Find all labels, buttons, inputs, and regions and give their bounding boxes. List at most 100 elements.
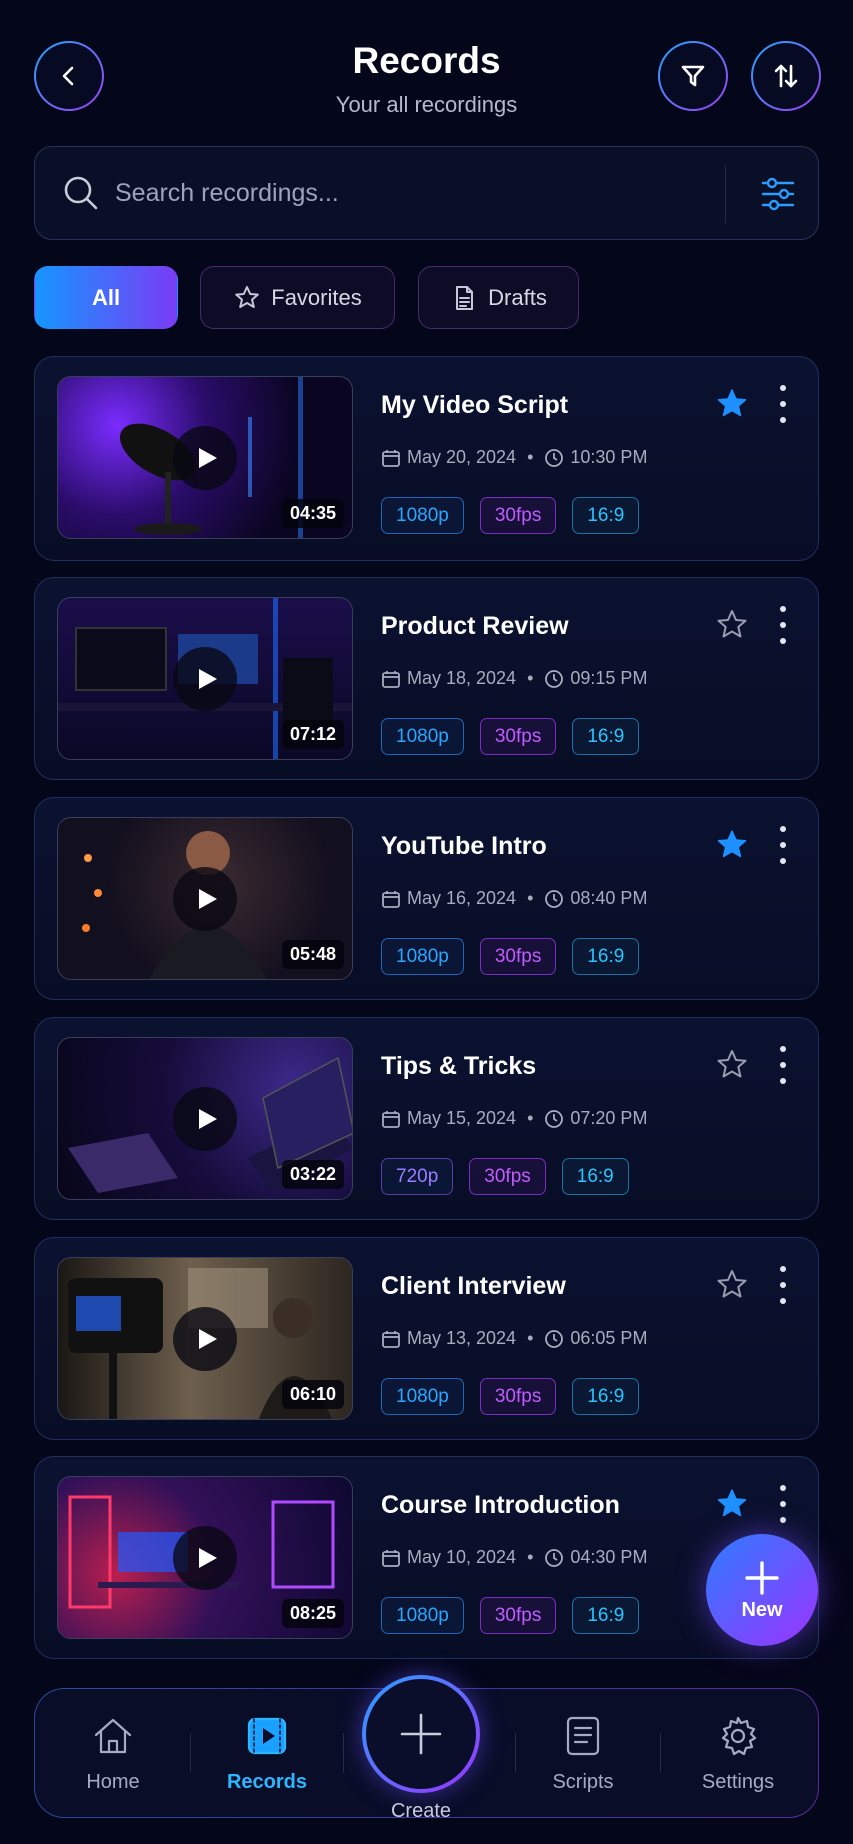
- recording-thumbnail[interactable]: 05:48: [57, 817, 353, 980]
- more-options-icon[interactable]: [775, 1266, 791, 1304]
- recording-card[interactable]: 06:10 Client Interview May 13, 2024 • 06…: [34, 1237, 819, 1440]
- filter-button[interactable]: [658, 41, 728, 111]
- recording-time: 09:15 PM: [570, 668, 648, 688]
- recording-card[interactable]: 07:12 Product Review May 18, 2024 • 09:1…: [34, 577, 819, 780]
- nav-item-scripts[interactable]: Scripts: [513, 1713, 653, 1794]
- recording-date: May 18, 2024: [407, 668, 517, 688]
- nav-separator: [190, 1733, 191, 1773]
- recording-title: My Video Script: [381, 391, 569, 419]
- play-button[interactable]: [173, 1306, 237, 1371]
- play-icon: [199, 1328, 217, 1349]
- recording-meta: May 13, 2024 • 06:05 PM: [381, 1328, 647, 1349]
- duration-badge: 04:35: [281, 499, 344, 528]
- favorite-star-icon[interactable]: [715, 1268, 749, 1302]
- tab-all-label: All: [91, 284, 121, 310]
- create-button[interactable]: [362, 1675, 480, 1793]
- recording-date: May 10, 2024: [407, 1547, 517, 1567]
- recording-time: 08:40 PM: [570, 888, 648, 908]
- clock-icon: [545, 1329, 564, 1348]
- meta-separator: •: [527, 1108, 534, 1128]
- sort-icon: [774, 64, 798, 88]
- calendar-icon: [382, 1110, 400, 1128]
- recording-tags: 720p 30fps 16:9: [381, 1158, 629, 1195]
- favorite-star-icon[interactable]: [715, 828, 749, 862]
- recording-card[interactable]: 05:48 YouTube Intro May 16, 2024 • 08:40…: [34, 797, 819, 1000]
- fps-tag: 30fps: [479, 938, 557, 975]
- play-icon: [199, 447, 217, 468]
- favorite-star-icon[interactable]: [715, 1487, 749, 1521]
- new-recording-button[interactable]: New: [706, 1534, 818, 1646]
- clock-icon: [545, 448, 564, 467]
- recording-meta: May 16, 2024 • 08:40 PM: [381, 888, 647, 909]
- meta-separator: •: [527, 668, 534, 688]
- recording-meta: May 20, 2024 • 10:30 PM: [381, 447, 647, 468]
- more-options-icon[interactable]: [775, 606, 791, 644]
- recording-title: Client Interview: [381, 1272, 566, 1300]
- duration-badge: 08:25: [281, 1599, 344, 1628]
- plus-icon: [745, 1560, 779, 1595]
- calendar-icon: [382, 449, 400, 467]
- tab-favorites[interactable]: Favorites: [200, 266, 395, 329]
- recording-thumbnail[interactable]: 07:12: [57, 597, 353, 760]
- recording-meta: May 10, 2024 • 04:30 PM: [381, 1547, 647, 1568]
- calendar-icon: [382, 1330, 400, 1348]
- aspect-ratio-tag: 16:9: [572, 497, 640, 534]
- duration-badge: 03:22: [281, 1160, 344, 1189]
- tab-drafts[interactable]: Drafts: [418, 266, 579, 329]
- search-input[interactable]: Search recordings...: [115, 179, 339, 208]
- more-options-icon[interactable]: [775, 1046, 791, 1084]
- recording-tags: 1080p 30fps 16:9: [381, 1597, 640, 1634]
- aspect-ratio-tag: 16:9: [572, 718, 640, 755]
- recording-title: YouTube Intro: [381, 832, 547, 860]
- nav-label-records: Records: [226, 1771, 308, 1793]
- recording-date: May 16, 2024: [407, 888, 517, 908]
- play-button[interactable]: [173, 1525, 237, 1590]
- tab-favorites-label: Favorites: [271, 284, 362, 310]
- recording-title: Course Introduction: [381, 1491, 620, 1519]
- nav-item-home[interactable]: Home: [43, 1713, 183, 1794]
- play-icon: [199, 1108, 217, 1129]
- recording-card[interactable]: 08:25 Course Introduction May 10, 2024 •…: [34, 1456, 819, 1659]
- recording-tags: 1080p 30fps 16:9: [381, 938, 640, 975]
- fps-tag: 30fps: [479, 497, 557, 534]
- nav-label-home: Home: [86, 1771, 140, 1793]
- recording-card[interactable]: 03:22 Tips & Tricks May 15, 2024 • 07:20…: [34, 1017, 819, 1220]
- aspect-ratio-tag: 16:9: [572, 1378, 640, 1415]
- search-icon: [61, 173, 101, 213]
- recording-tags: 1080p 30fps 16:9: [381, 497, 640, 534]
- favorite-star-icon[interactable]: [715, 387, 749, 421]
- nav-item-records[interactable]: Records: [197, 1713, 337, 1794]
- new-button-label: New: [741, 1598, 783, 1621]
- sort-button[interactable]: [751, 41, 821, 111]
- nav-item-settings[interactable]: Settings: [668, 1713, 808, 1794]
- sliders-icon[interactable]: [755, 171, 801, 217]
- play-button[interactable]: [173, 1086, 237, 1151]
- recording-card[interactable]: 04:35 My Video Script May 20, 2024 • 10:…: [34, 356, 819, 561]
- aspect-ratio-tag: 16:9: [561, 1158, 629, 1195]
- more-options-icon[interactable]: [775, 385, 791, 423]
- calendar-icon: [382, 1549, 400, 1567]
- duration-badge: 05:48: [281, 940, 344, 969]
- more-options-icon[interactable]: [775, 826, 791, 864]
- favorite-star-icon[interactable]: [715, 1048, 749, 1082]
- aspect-ratio-tag: 16:9: [572, 938, 640, 975]
- recording-title: Tips & Tricks: [381, 1052, 537, 1080]
- favorite-star-icon[interactable]: [715, 608, 749, 642]
- more-options-icon[interactable]: [775, 1485, 791, 1523]
- play-button[interactable]: [173, 866, 237, 931]
- search-bar[interactable]: Search recordings...: [34, 146, 819, 240]
- recording-thumbnail[interactable]: 08:25: [57, 1476, 353, 1639]
- calendar-icon: [382, 670, 400, 688]
- meta-separator: •: [527, 888, 534, 908]
- play-button[interactable]: [173, 425, 237, 490]
- video-folder-icon: [247, 1717, 287, 1755]
- recording-thumbnail[interactable]: 03:22: [57, 1037, 353, 1200]
- recording-thumbnail[interactable]: 04:35: [57, 376, 353, 539]
- tab-all[interactable]: All: [34, 266, 178, 329]
- resolution-tag: 720p: [381, 1158, 454, 1195]
- recording-thumbnail[interactable]: 06:10: [57, 1257, 353, 1420]
- play-button[interactable]: [173, 646, 237, 711]
- meta-separator: •: [527, 1328, 534, 1348]
- recording-tags: 1080p 30fps 16:9: [381, 718, 640, 755]
- meta-separator: •: [527, 447, 534, 467]
